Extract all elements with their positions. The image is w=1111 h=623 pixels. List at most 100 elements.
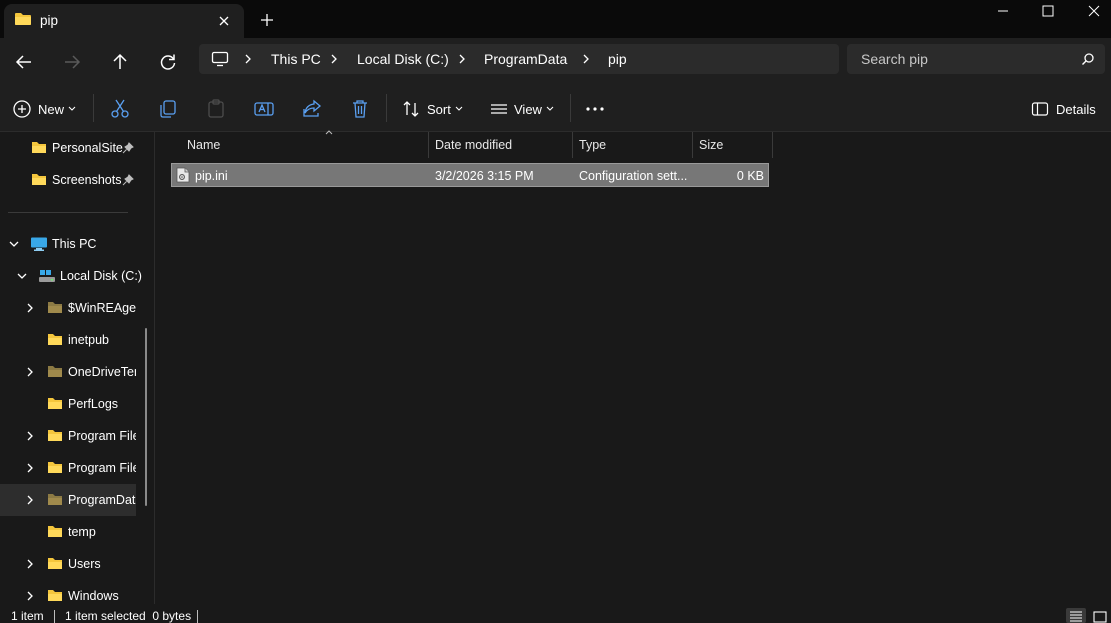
file-date-modified: 3/2/2026 3:15 PM <box>435 169 534 183</box>
chevron-right-icon[interactable] <box>24 494 36 506</box>
sidebar-item-program-files-x86[interactable]: Program Files (x86) <box>0 452 136 484</box>
sidebar-item-label: Windows <box>68 589 119 603</box>
pin-icon[interactable] <box>122 174 134 186</box>
back-arrow-icon[interactable] <box>12 50 36 74</box>
breadcrumb-this-pc[interactable]: This PC <box>271 51 321 67</box>
file-row[interactable]: pip.ini 3/2/2026 3:15 PM Configuration s… <box>171 163 769 187</box>
sidebar-item-label: Users <box>68 557 101 571</box>
search-box[interactable]: Search pip <box>847 44 1105 74</box>
cut-icon[interactable] <box>108 97 132 121</box>
folder-icon <box>47 524 63 538</box>
sidebar-item-screenshots[interactable]: Screenshots <box>0 164 136 196</box>
new-button[interactable]: New <box>12 97 80 121</box>
search-input[interactable]: Search pip <box>861 51 928 67</box>
folder-icon <box>31 140 47 154</box>
breadcrumb[interactable]: This PC Local Disk (C:) ProgramData pip <box>199 44 839 74</box>
sidebar-item-program-files[interactable]: Program Files <box>0 420 136 452</box>
chevron-right-icon[interactable] <box>24 558 36 570</box>
column-header-date-label: Date modified <box>435 138 513 152</box>
details-view-icon[interactable] <box>1066 608 1086 623</box>
chevron-right-icon[interactable] <box>24 430 36 442</box>
column-header-name[interactable]: Name <box>180 130 428 158</box>
chevron-right-icon[interactable] <box>457 53 467 65</box>
folder-icon <box>14 12 32 26</box>
tab-pip[interactable]: pip <box>4 4 244 38</box>
details-pane-button[interactable]: Details <box>1031 97 1101 121</box>
chevron-right-icon[interactable] <box>581 53 591 65</box>
up-arrow-icon[interactable] <box>108 50 132 74</box>
close-window-icon[interactable] <box>1071 0 1111 32</box>
sidebar-item-onedrivetemp[interactable]: OneDriveTemp <box>0 356 136 388</box>
folder-icon <box>47 428 63 442</box>
folder-icon <box>47 364 63 378</box>
sidebar-item-users[interactable]: Users <box>0 548 136 580</box>
plus-circle-icon <box>12 99 32 119</box>
toolbar-divider <box>93 94 94 122</box>
computer-icon <box>30 236 48 252</box>
details-pane-icon <box>1031 100 1049 118</box>
rename-icon[interactable] <box>252 97 276 121</box>
item-count: 1 item <box>11 609 44 623</box>
paste-icon[interactable] <box>204 97 228 121</box>
view-button[interactable]: View <box>489 97 557 121</box>
refresh-icon[interactable] <box>156 50 180 74</box>
title-bar: pip <box>0 0 1111 38</box>
sidebar-item-label: inetpub <box>68 333 110 347</box>
toolbar-divider <box>386 94 387 122</box>
sidebar-item-temp[interactable]: temp <box>0 516 136 548</box>
chevron-right-icon[interactable] <box>24 462 36 474</box>
chevron-right-icon[interactable] <box>329 53 339 65</box>
breadcrumb-pip[interactable]: pip <box>608 51 627 67</box>
sidebar-item-label: This PC <box>52 237 97 251</box>
folder-icon <box>47 460 63 474</box>
new-button-label: New <box>38 102 65 117</box>
sidebar-item-local-disk[interactable]: Local Disk (C:) <box>0 260 142 292</box>
sidebar-item-this-pc[interactable]: This PC <box>0 228 136 260</box>
folder-icon <box>31 172 47 186</box>
chevron-down-icon[interactable] <box>16 270 28 282</box>
sidebar-item-perflogs[interactable]: PerfLogs <box>0 388 136 420</box>
chevron-right-icon[interactable] <box>24 366 36 378</box>
chevron-right-icon[interactable] <box>24 302 36 314</box>
status-divider <box>197 610 198 623</box>
sidebar-item-label: Program Files (x86) <box>68 461 136 475</box>
more-options-icon[interactable] <box>583 97 607 121</box>
file-type: Configuration sett... <box>579 169 688 183</box>
computer-icon <box>211 51 229 67</box>
sidebar-scrollbar[interactable] <box>145 328 147 506</box>
sidebar-item-windows[interactable]: Windows <box>0 580 136 604</box>
breadcrumb-programdata[interactable]: ProgramData <box>484 51 567 67</box>
maximize-icon[interactable] <box>1025 0 1071 32</box>
view-lines-icon <box>489 99 509 119</box>
sidebar-item-label: temp <box>68 525 96 539</box>
large-icons-view-icon[interactable] <box>1090 608 1110 623</box>
column-header-type[interactable]: Type <box>572 132 692 158</box>
sidebar-item-label: $WinREAgent <box>68 301 136 315</box>
chevron-down-icon[interactable] <box>8 238 20 250</box>
column-header-date-modified[interactable]: Date modified <box>428 132 572 158</box>
share-icon[interactable] <box>300 97 324 121</box>
sort-button-label: Sort <box>427 102 451 117</box>
sidebar-item-winreagent[interactable]: $WinREAgent <box>0 292 136 324</box>
folder-icon <box>47 396 63 410</box>
delete-icon[interactable] <box>348 97 372 121</box>
sort-button[interactable]: Sort <box>401 97 465 121</box>
sidebar-item-label: PersonalSite <box>52 141 123 155</box>
pin-icon[interactable] <box>122 142 134 154</box>
sidebar-item-label: Local Disk (C:) <box>60 269 142 283</box>
chevron-right-icon[interactable] <box>24 590 36 602</box>
chevron-right-icon[interactable] <box>243 53 253 65</box>
column-divider[interactable] <box>772 132 773 158</box>
column-header-size[interactable]: Size <box>692 132 772 158</box>
sidebar-item-personalsite[interactable]: PersonalSite <box>0 132 136 164</box>
forward-arrow-icon[interactable] <box>60 50 84 74</box>
breadcrumb-local-disk[interactable]: Local Disk (C:) <box>357 51 449 67</box>
minimize-icon[interactable] <box>980 0 1026 32</box>
sidebar-item-label: Screenshots <box>52 173 122 187</box>
close-tab-icon[interactable] <box>216 13 232 29</box>
new-tab-icon[interactable] <box>258 11 276 29</box>
copy-icon[interactable] <box>156 97 180 121</box>
sidebar-item-inetpub[interactable]: inetpub <box>0 324 136 356</box>
sidebar-item-programdata[interactable]: ProgramData <box>0 484 136 516</box>
column-header-name-label: Name <box>187 138 221 152</box>
